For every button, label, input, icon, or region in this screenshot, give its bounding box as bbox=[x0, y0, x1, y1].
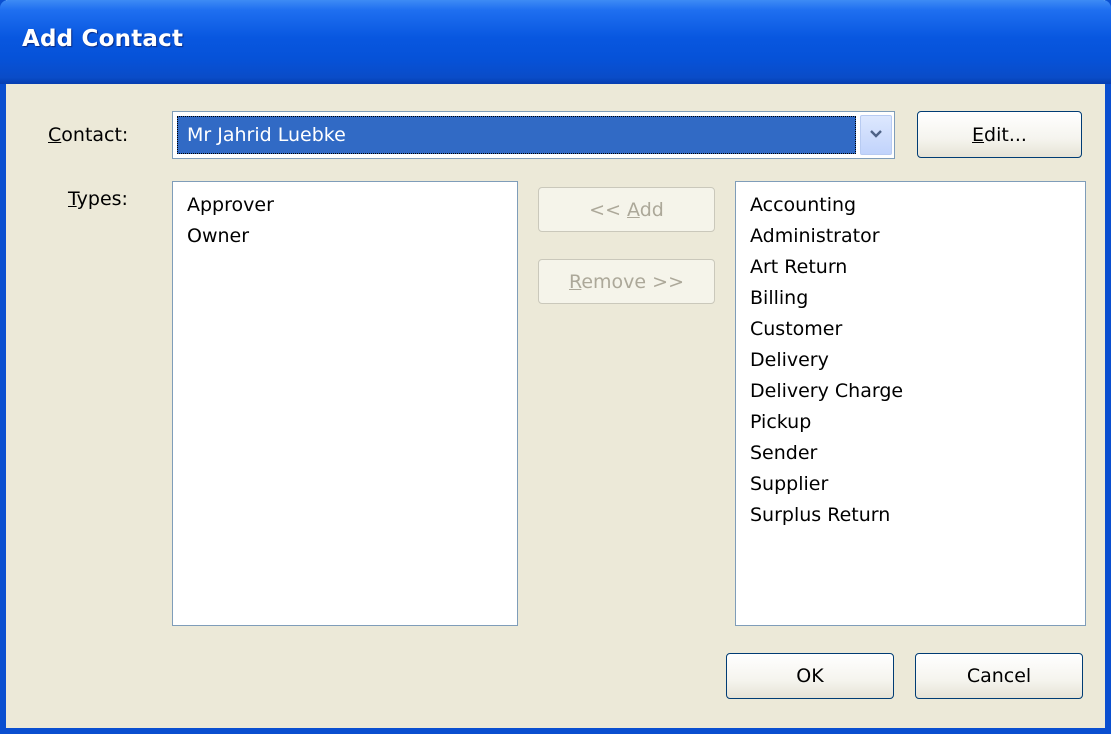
list-item[interactable]: Owner bbox=[187, 221, 503, 252]
contact-label-rest: ontact: bbox=[61, 124, 129, 146]
contact-label-mnemonic: C bbox=[48, 124, 62, 146]
edit-button-label: Edit... bbox=[972, 124, 1027, 146]
cancel-button[interactable]: Cancel bbox=[915, 653, 1083, 699]
list-item[interactable]: Billing bbox=[750, 283, 1071, 314]
available-types-list[interactable]: Accounting Administrator Art Return Bill… bbox=[735, 181, 1086, 626]
list-item[interactable]: Approver bbox=[187, 190, 503, 221]
remove-button[interactable]: Remove >> bbox=[538, 259, 715, 304]
chevron-down-icon bbox=[870, 130, 882, 138]
add-mnemonic: A bbox=[627, 198, 640, 221]
add-rest: dd bbox=[639, 198, 664, 221]
types-label-mnemonic: T bbox=[68, 188, 77, 210]
add-prefix: << bbox=[589, 198, 628, 221]
assigned-types-list[interactable]: Approver Owner bbox=[172, 181, 518, 626]
title-bar[interactable]: Add Contact bbox=[0, 0, 1111, 84]
contact-selection: Mr Jahrid Luebke bbox=[177, 116, 856, 154]
list-item[interactable]: Delivery bbox=[750, 345, 1071, 376]
edit-rest: dit... bbox=[984, 123, 1027, 146]
list-item[interactable]: Pickup bbox=[750, 407, 1071, 438]
list-item[interactable]: Sender bbox=[750, 438, 1071, 469]
remove-rest: emove >> bbox=[581, 270, 684, 293]
edit-mnemonic: E bbox=[972, 123, 985, 146]
list-item[interactable]: Supplier bbox=[750, 469, 1071, 500]
window-title: Add Contact bbox=[22, 26, 184, 52]
remove-button-label: Remove >> bbox=[569, 271, 684, 293]
list-item[interactable]: Accounting bbox=[750, 190, 1071, 221]
cancel-button-label: Cancel bbox=[966, 665, 1032, 687]
list-item[interactable]: Surplus Return bbox=[750, 500, 1071, 531]
list-item[interactable]: Delivery Charge bbox=[750, 376, 1071, 407]
ok-button[interactable]: OK bbox=[726, 653, 894, 699]
ok-button-label: OK bbox=[796, 665, 824, 687]
add-contact-dialog: Add Contact Contact: Mr Jahrid Luebke Ed… bbox=[0, 0, 1111, 734]
types-label: Types: bbox=[68, 188, 128, 210]
contact-combobox[interactable]: Mr Jahrid Luebke bbox=[172, 111, 895, 159]
contact-label: Contact: bbox=[48, 124, 128, 146]
list-item[interactable]: Customer bbox=[750, 314, 1071, 345]
types-label-rest: ypes: bbox=[76, 188, 128, 210]
dropdown-button[interactable] bbox=[860, 115, 892, 155]
contact-value: Mr Jahrid Luebke bbox=[187, 124, 346, 146]
edit-button[interactable]: Edit... bbox=[917, 111, 1082, 158]
add-button-label: << Add bbox=[589, 199, 664, 221]
list-item[interactable]: Administrator bbox=[750, 221, 1071, 252]
remove-mnemonic: R bbox=[569, 270, 582, 293]
add-button[interactable]: << Add bbox=[538, 187, 715, 232]
list-item[interactable]: Art Return bbox=[750, 252, 1071, 283]
